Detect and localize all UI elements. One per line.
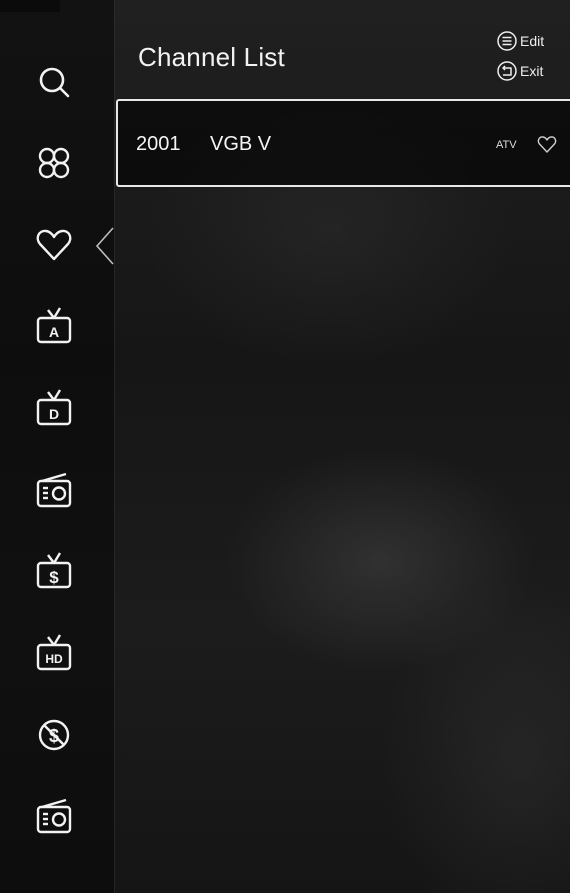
channel-row[interactable]: 2001 VGB V ATV [116,99,570,187]
all-channels-icon[interactable] [32,141,76,185]
menu-icon [497,31,517,51]
channel-name: VGB V [210,133,272,155]
radio-icon[interactable] [32,468,76,512]
radio-icon[interactable] [32,794,76,838]
exit-label: Exit [520,63,544,79]
tv-channel-list-screen: A D $ HD $ Channel List Edit Exit 2001 V… [0,0,570,893]
category-sidebar: A D $ HD $ [0,0,115,893]
selection-pointer-icon [95,227,114,265]
svg-text:D: D [49,406,59,422]
back-icon [497,61,517,81]
favorite-heart-icon[interactable] [32,223,76,267]
channel-number: 2001 [136,133,181,155]
page-title: Channel List [138,42,285,72]
hd-tv-icon[interactable]: HD [32,631,76,675]
svg-text:HD: HD [45,652,63,666]
edit-hint[interactable]: Edit [496,30,544,52]
channel-type-badge: ATV [496,139,517,151]
analog-tv-icon[interactable]: A [32,304,76,348]
svg-text:A: A [49,324,59,340]
search-icon[interactable] [32,60,76,104]
svg-text:$: $ [49,568,59,587]
svg-text:$: $ [49,726,59,746]
pay-tv-icon[interactable]: $ [32,549,76,593]
digital-tv-icon[interactable]: D [32,386,76,430]
exit-hint[interactable]: Exit [496,60,543,82]
edit-label: Edit [520,33,545,49]
free-channel-icon[interactable]: $ [32,713,76,757]
heart-outline-icon[interactable] [536,133,558,155]
